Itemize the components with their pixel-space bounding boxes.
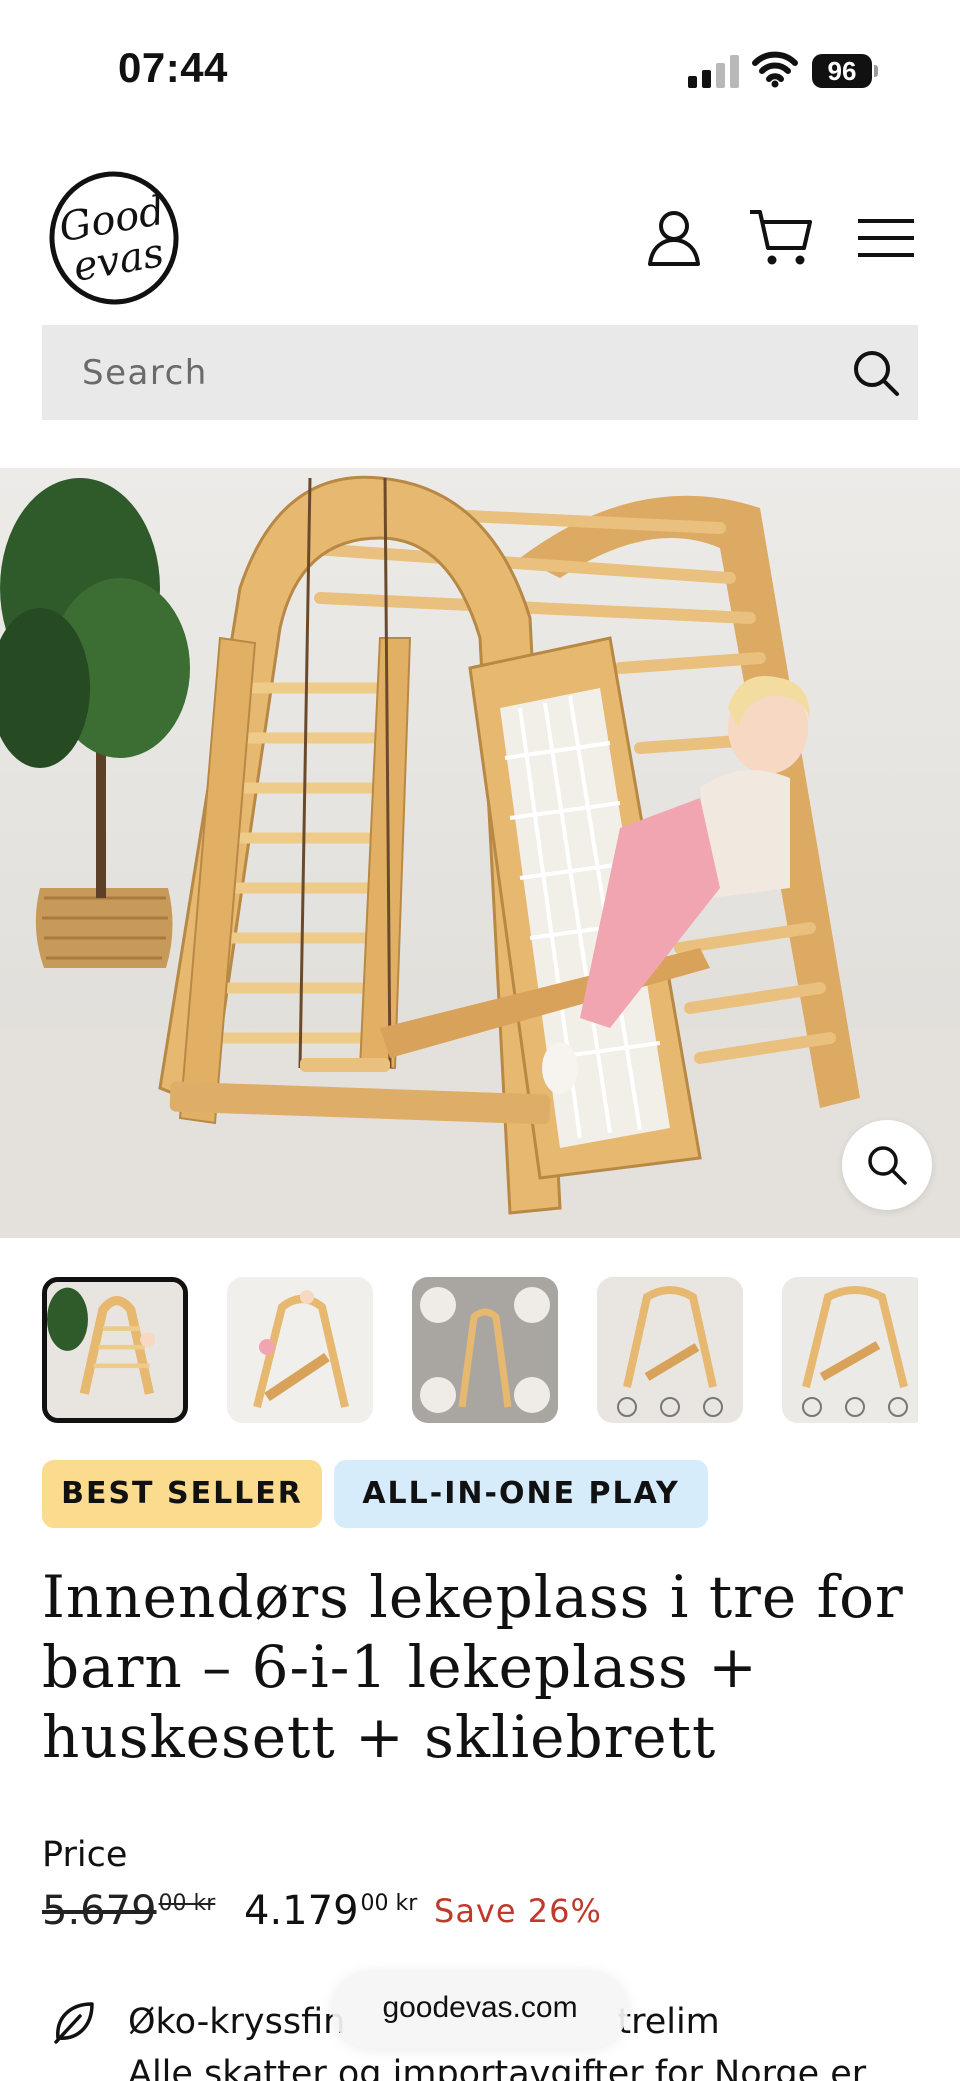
sale-price-main: 4.179 bbox=[244, 1888, 359, 1934]
best-seller-badge: BEST SELLER bbox=[42, 1460, 322, 1528]
search-icon[interactable] bbox=[852, 349, 900, 397]
all-in-one-badge: ALL-IN-ONE PLAY bbox=[334, 1460, 708, 1528]
product-title-line3: huskesett + skliebrett bbox=[42, 1703, 717, 1771]
save-percentage: Save 26% bbox=[434, 1892, 602, 1930]
signal-icon bbox=[688, 54, 740, 88]
feature-taxes-text: Alle skatter og importavgifter for Norge… bbox=[128, 2054, 867, 2081]
feature-eco-text-end: trelim bbox=[617, 2002, 720, 2042]
thumbnail-4[interactable] bbox=[597, 1277, 743, 1423]
sale-price: 4.17900 kr bbox=[244, 1888, 417, 1934]
user-icon[interactable] bbox=[646, 208, 702, 268]
site-header: Good evas bbox=[0, 160, 960, 310]
compare-price-main: 5.679 bbox=[42, 1888, 157, 1934]
leaf-icon bbox=[52, 2000, 96, 2044]
product-title: Innendørs lekeplass i tre for barn – 6-i… bbox=[42, 1562, 922, 1772]
compare-price-sup: 00 kr bbox=[158, 1891, 216, 1916]
wifi-icon bbox=[752, 50, 798, 88]
cart-icon[interactable] bbox=[748, 208, 814, 268]
goodevas-logo[interactable]: Good evas bbox=[44, 166, 184, 306]
browser-url-bar[interactable]: goodevas.com bbox=[332, 1970, 628, 2048]
thumbnail-5[interactable] bbox=[782, 1277, 918, 1423]
thumbnail-3[interactable] bbox=[412, 1277, 558, 1423]
status-time: 07:44 bbox=[118, 44, 228, 91]
price-label: Price bbox=[42, 1835, 128, 1875]
sale-price-sup: 00 kr bbox=[360, 1891, 418, 1916]
product-title-line2: barn – 6-i-1 lekeplass + bbox=[42, 1633, 758, 1701]
compare-price: 5.67900 kr bbox=[42, 1888, 215, 1934]
battery-indicator: 96 bbox=[812, 54, 878, 88]
product-main-image[interactable] bbox=[0, 468, 960, 1238]
search-bar[interactable] bbox=[42, 325, 918, 420]
price-row: 5.67900 kr 4.17900 kr Save 26% bbox=[42, 1888, 942, 1948]
thumbnail-2[interactable] bbox=[227, 1277, 373, 1423]
hamburger-menu-icon[interactable] bbox=[856, 216, 916, 260]
zoom-icon[interactable] bbox=[842, 1120, 932, 1210]
feature-eco-text-start: Øko-kryssfin bbox=[128, 2002, 346, 2042]
battery-level: 96 bbox=[812, 54, 872, 88]
status-bar: 07:44 96 bbox=[0, 0, 960, 130]
search-input[interactable] bbox=[82, 325, 782, 420]
thumbnail-1[interactable] bbox=[42, 1277, 188, 1423]
thumbnail-strip bbox=[42, 1277, 918, 1423]
product-title-line1: Innendørs lekeplass i tre for bbox=[42, 1563, 904, 1631]
battery-cap bbox=[874, 65, 878, 77]
